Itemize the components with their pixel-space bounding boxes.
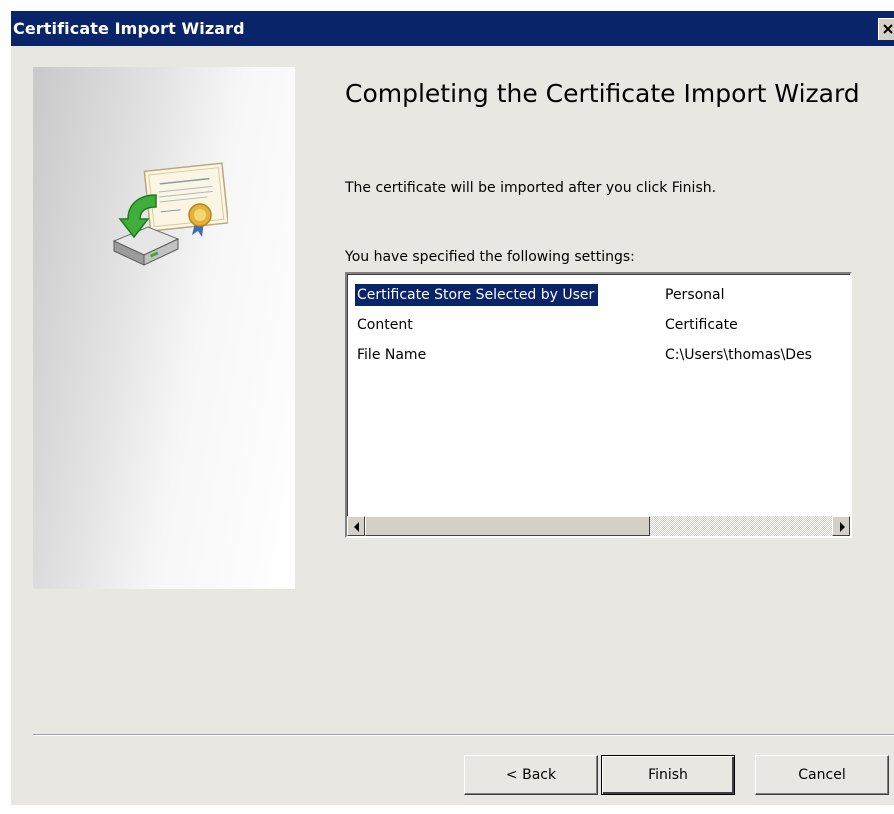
list-item[interactable]: File Name C:\Users\thomas\Des <box>347 344 850 366</box>
certificate-import-icon <box>112 162 228 266</box>
arrow-left-icon <box>354 522 359 532</box>
title-bar[interactable]: Certificate Import Wizard <box>11 11 894 46</box>
settings-list[interactable]: Certificate Store Selected by User Perso… <box>345 272 852 538</box>
setting-key: File Name <box>357 347 427 363</box>
back-button[interactable]: < Back <box>464 755 598 795</box>
divider <box>33 734 894 736</box>
description-text: The certificate will be imported after y… <box>345 180 717 196</box>
wizard-window: Certificate Import Wizard Completing the… <box>10 11 894 805</box>
setting-value: Personal <box>665 287 725 303</box>
wizard-side-panel <box>33 67 295 589</box>
list-item[interactable]: Content Certificate <box>347 314 850 336</box>
arrow-right-icon <box>840 522 845 532</box>
setting-key: Content <box>357 317 413 333</box>
setting-value: C:\Users\thomas\Des <box>665 347 812 363</box>
cancel-button[interactable]: Cancel <box>755 755 889 795</box>
window-title: Certificate Import Wizard <box>13 19 245 38</box>
scroll-right-button[interactable] <box>832 516 850 536</box>
settings-label: You have specified the following setting… <box>345 249 635 265</box>
setting-value: Certificate <box>665 317 738 333</box>
finish-button[interactable]: Finish <box>601 755 735 795</box>
scroll-left-button[interactable] <box>347 516 365 536</box>
setting-key: Certificate Store Selected by User <box>355 284 599 306</box>
scroll-thumb[interactable] <box>365 516 650 536</box>
list-item[interactable]: Certificate Store Selected by User Perso… <box>347 284 850 306</box>
page-title: Completing the Certificate Import Wizard <box>345 79 860 108</box>
close-icon <box>883 24 893 34</box>
close-button[interactable] <box>878 18 894 40</box>
horizontal-scrollbar[interactable] <box>347 516 850 536</box>
